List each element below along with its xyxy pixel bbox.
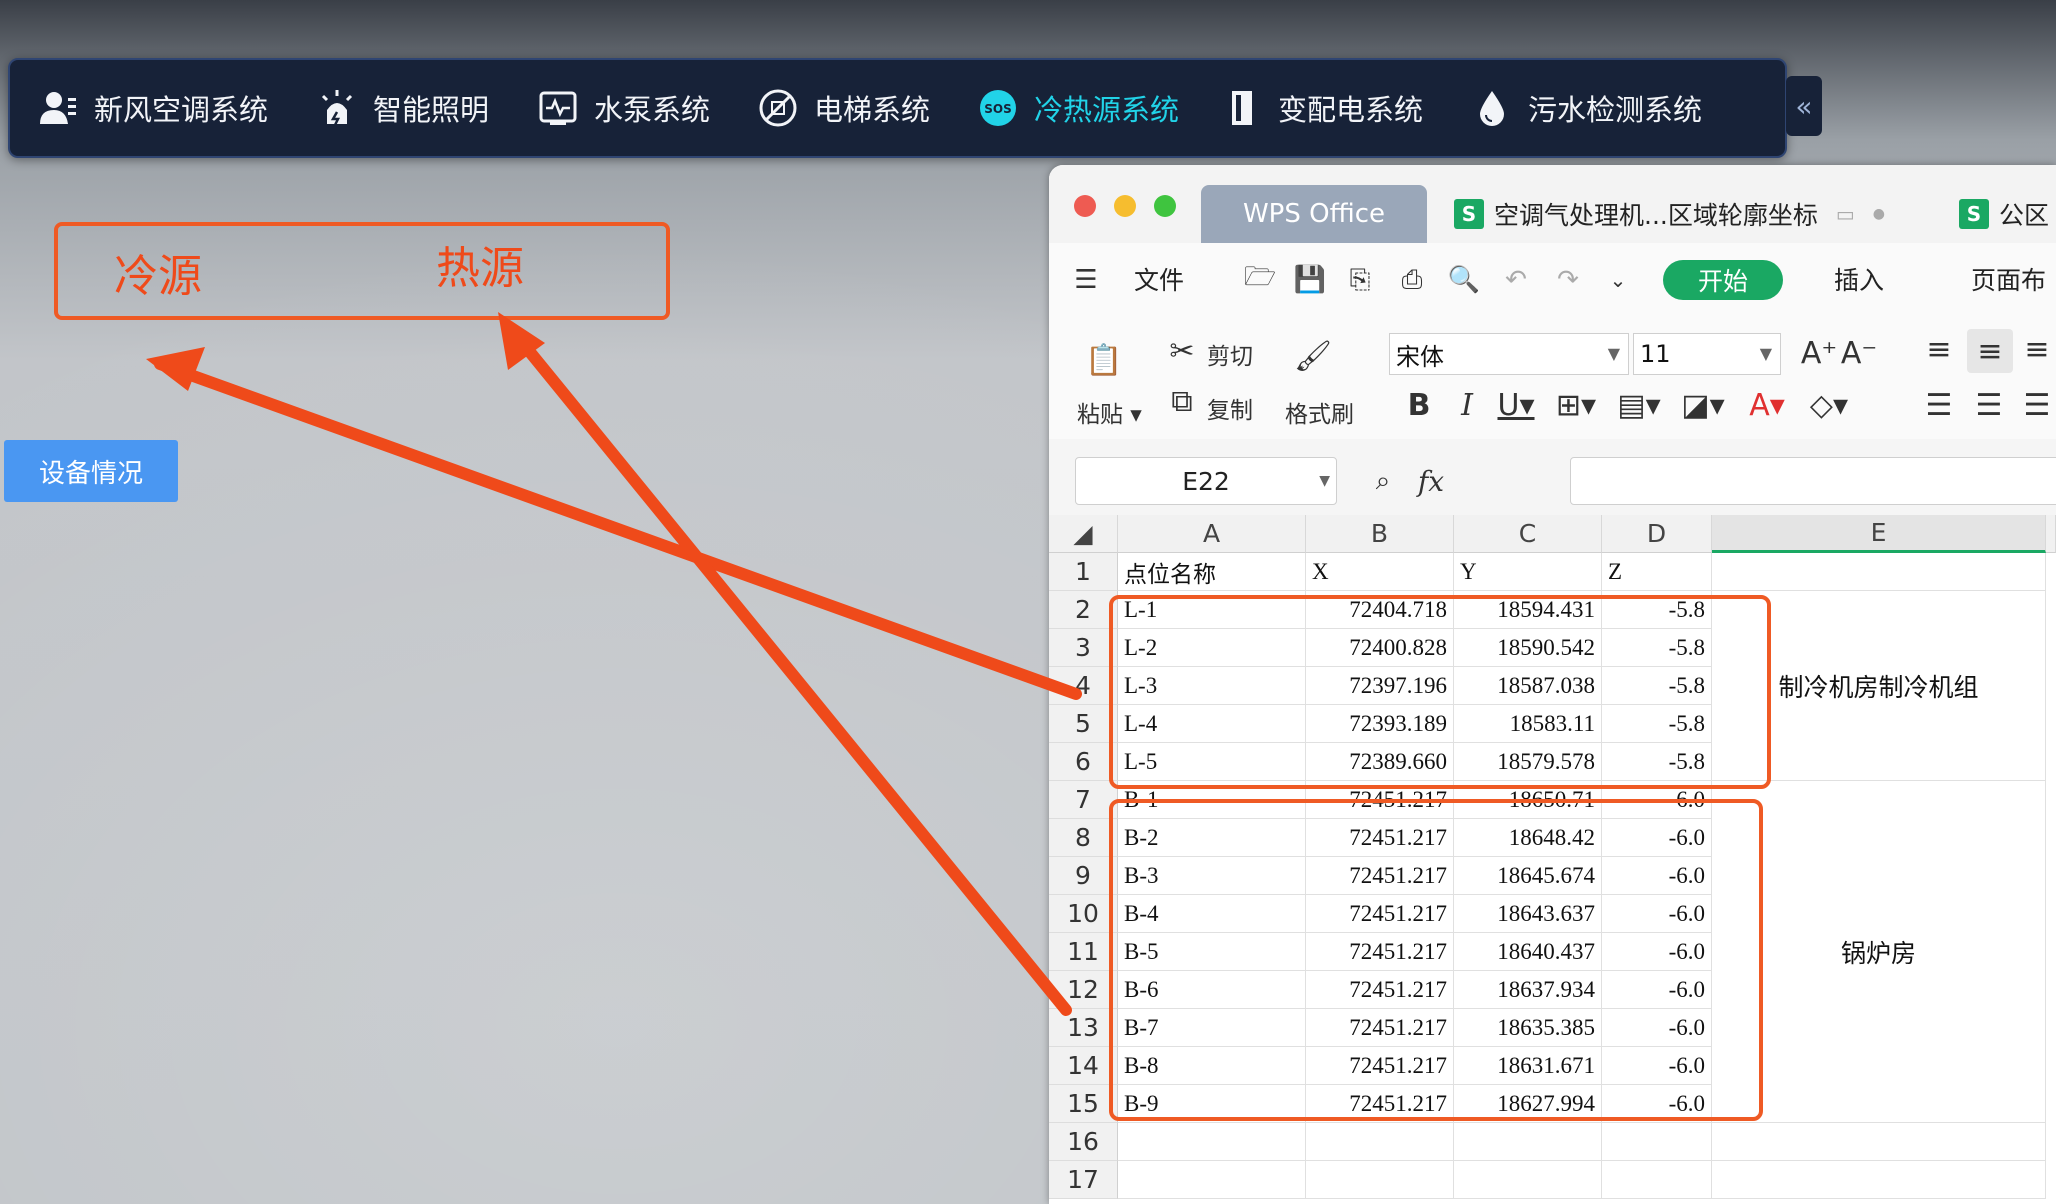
arrow-to-heat bbox=[506, 324, 1072, 1016]
annotation-arrows bbox=[146, 312, 1082, 1016]
arrow-to-cold bbox=[154, 358, 1082, 700]
arrowhead-cold bbox=[146, 347, 205, 391]
